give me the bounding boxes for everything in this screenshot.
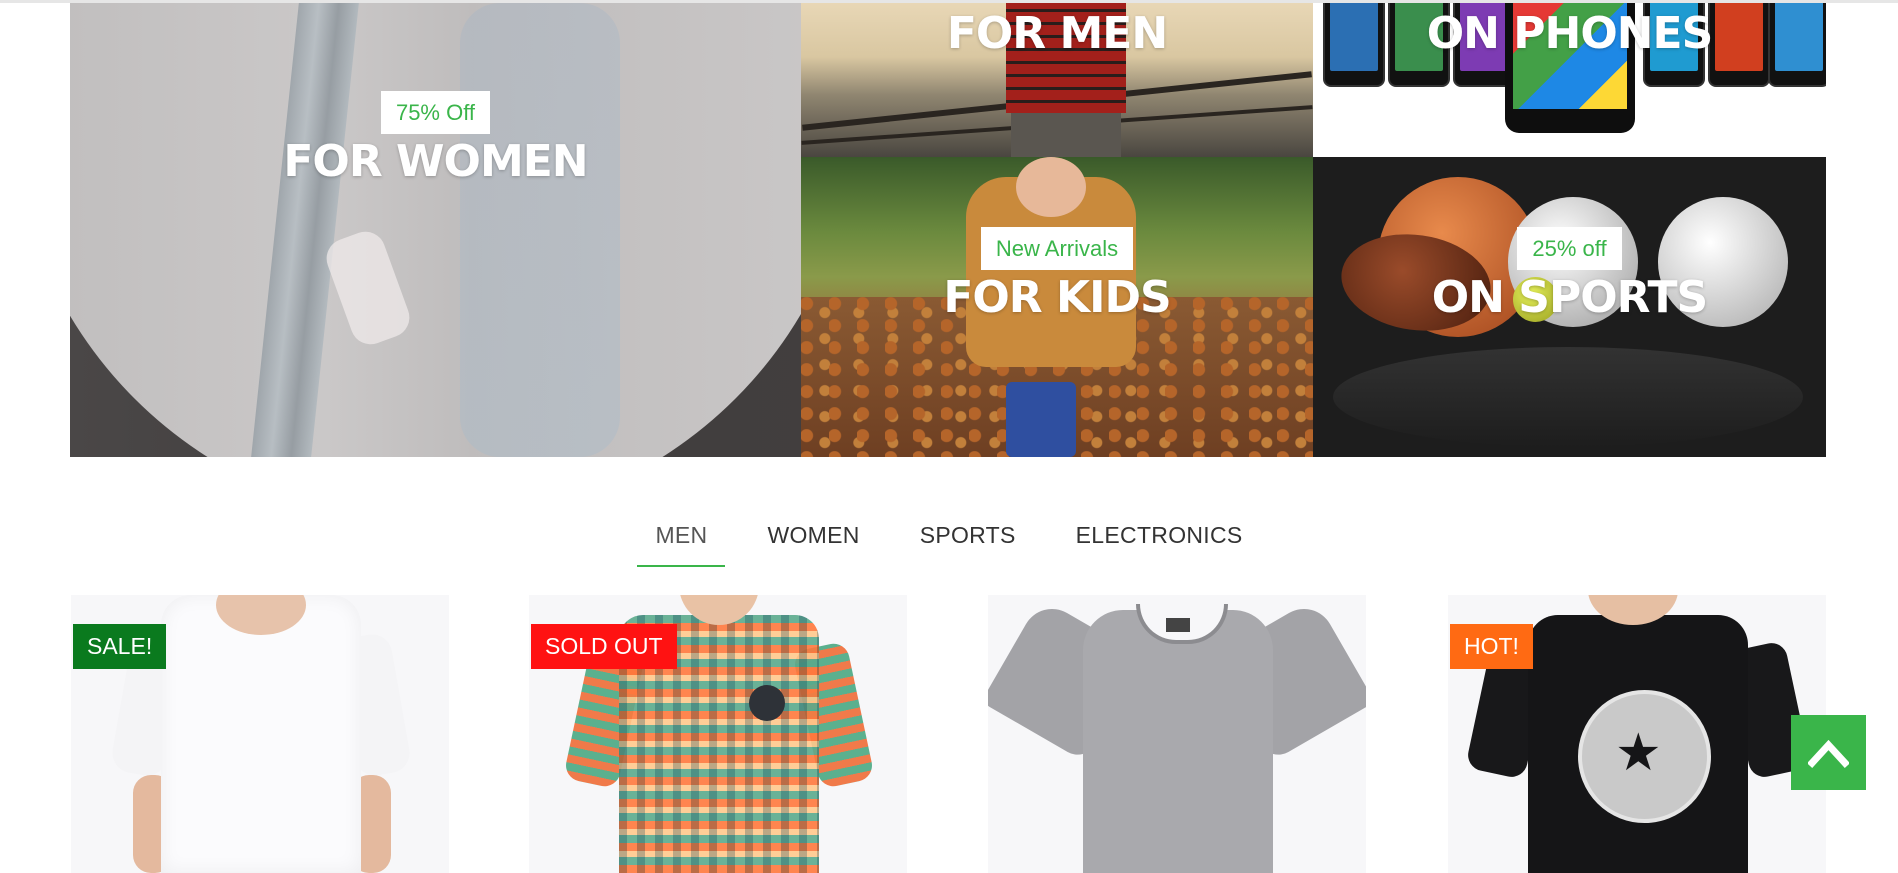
tab-sports[interactable]: SPORTS xyxy=(902,512,1034,565)
product-card[interactable]: SOLD OUT xyxy=(529,595,907,873)
banner-women-wall xyxy=(70,3,801,457)
banner-phones[interactable]: ON PHONES xyxy=(1313,3,1826,157)
banner-women-badge: 75% Off xyxy=(380,91,491,134)
tab-women[interactable]: WOMEN xyxy=(749,512,877,565)
banner-women[interactable]: 75% Off FOR WOMEN xyxy=(70,3,801,457)
banner-sports-reflection xyxy=(1333,347,1803,447)
product-card[interactable] xyxy=(988,595,1366,873)
banner-kids-child-head xyxy=(1016,157,1086,217)
banner-women-caption: 75% Off FOR WOMEN xyxy=(70,91,801,188)
banner-men-model-pants xyxy=(1011,113,1121,157)
chevron-up-icon xyxy=(1808,739,1849,768)
sold-out-badge: SOLD OUT xyxy=(531,624,677,669)
banner-women-title: FOR WOMEN xyxy=(283,136,588,187)
banner-kids-caption: New Arrivals FOR KIDS xyxy=(801,227,1313,324)
banner-sports-badge: 25% off xyxy=(1517,227,1622,270)
tab-electronics[interactable]: ELECTRONICS xyxy=(1058,512,1261,565)
hot-badge: HOT! xyxy=(1450,624,1533,669)
product-image-grey-tshirt xyxy=(988,598,1366,873)
banner-men-caption: FOR MEN xyxy=(801,8,1313,60)
banner-kids[interactable]: New Arrivals FOR KIDS xyxy=(801,157,1313,457)
banner-kids-child-boots xyxy=(1006,382,1076,457)
product-card[interactable]: SALE! xyxy=(71,595,449,873)
banner-men-title: FOR MEN xyxy=(946,8,1168,59)
banner-sports-caption: 25% off ON SPORTS xyxy=(1313,227,1826,324)
product-card[interactable]: ★ HOT! xyxy=(1448,595,1826,873)
product-category-tabs: MEN WOMEN SPORTS ELECTRONICS xyxy=(0,512,1898,568)
banner-phones-title: ON PHONES xyxy=(1426,8,1714,59)
banner-phones-caption: ON PHONES xyxy=(1313,8,1826,60)
sale-badge: SALE! xyxy=(73,624,167,669)
promo-banner-grid: 75% Off FOR WOMEN FOR MEN ON PHONES New … xyxy=(70,3,1826,457)
banner-women-model xyxy=(460,3,620,457)
banner-sports-title: ON SPORTS xyxy=(1431,272,1709,323)
banner-sports[interactable]: 25% off ON SPORTS xyxy=(1313,157,1826,457)
banner-men[interactable]: FOR MEN xyxy=(801,3,1313,157)
banner-kids-badge: New Arrivals xyxy=(980,227,1134,270)
product-grid: SALE! SOLD OUT ★ HOT! xyxy=(70,595,1826,873)
tab-men[interactable]: MEN xyxy=(637,512,726,567)
back-to-top-button[interactable] xyxy=(1791,715,1866,790)
banner-kids-title: FOR KIDS xyxy=(943,272,1171,323)
